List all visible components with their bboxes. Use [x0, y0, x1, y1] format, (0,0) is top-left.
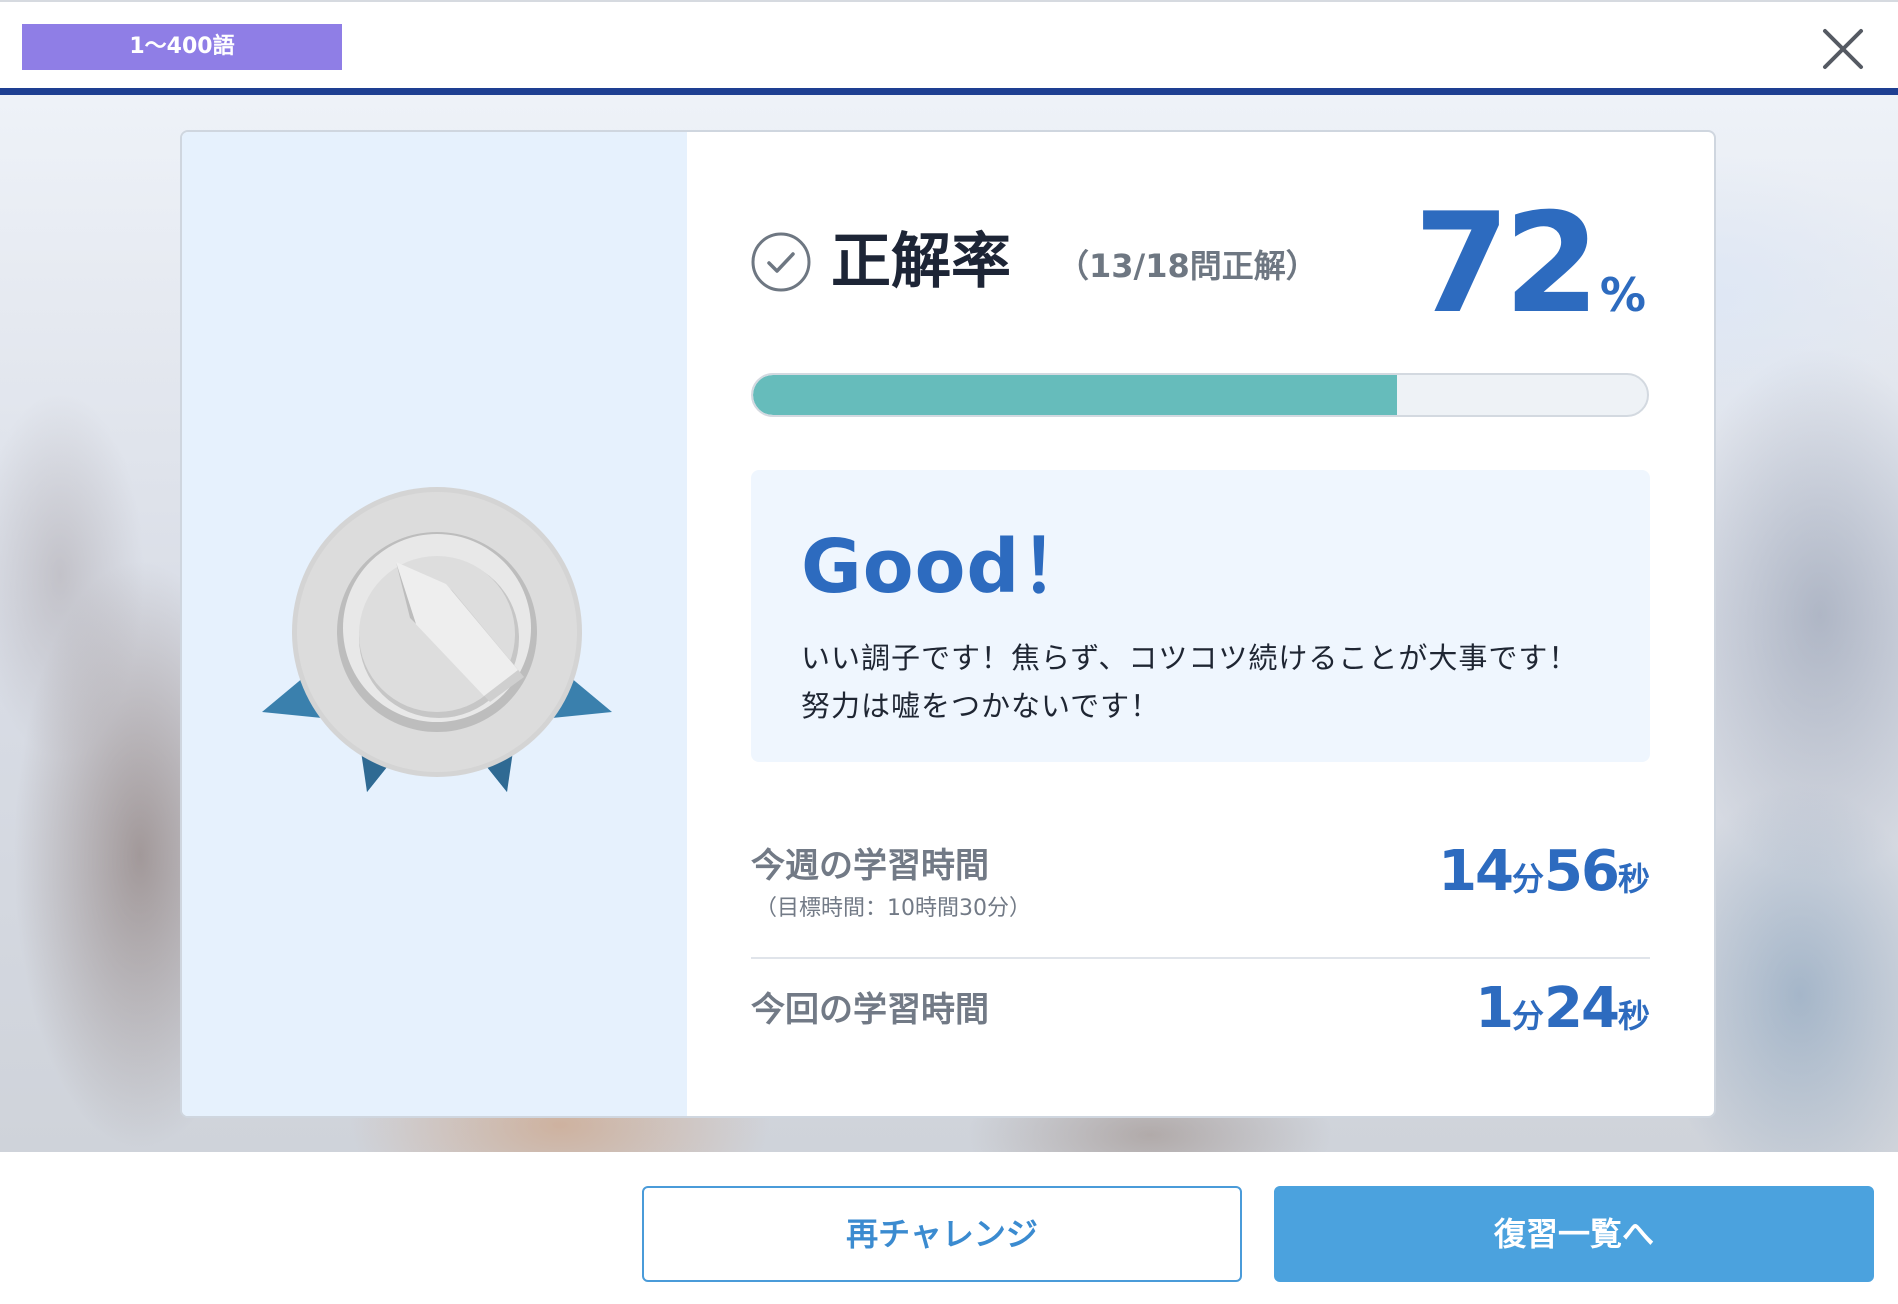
percent-value: 72	[1413, 183, 1600, 344]
session-seconds-unit: 秒	[1617, 997, 1650, 1035]
session-study-time-row: 今回の学習時間 1分24秒	[751, 959, 1650, 1079]
weekly-seconds: 56	[1544, 839, 1620, 904]
footer-actions: 再チャレンジ 復習一覧へ	[0, 1152, 1898, 1304]
top-header: 1〜400語	[0, 0, 1898, 92]
feedback-message-box: Good！ いい調子です！焦らず、コツコツ続けることが大事です！努力は嘘をつかな…	[751, 470, 1650, 762]
retry-button[interactable]: 再チャレンジ	[642, 1186, 1242, 1282]
close-icon	[1823, 29, 1863, 69]
weekly-minutes-unit: 分	[1512, 860, 1545, 898]
result-card: 正解率 （13/18問正解） 72% Good！ いい調子です！焦らず、コツコツ…	[180, 130, 1716, 1118]
score-detail: （13/18問正解）	[1057, 247, 1318, 285]
weekly-study-time-label: 今週の学習時間	[751, 846, 989, 886]
weekly-study-time-value: 14分56秒	[1438, 838, 1650, 906]
silver-medal-icon	[262, 487, 612, 792]
session-seconds: 24	[1544, 976, 1620, 1041]
score-percent: 72%	[1414, 194, 1646, 334]
score-label: 正解率	[831, 227, 1011, 297]
medal-panel	[182, 132, 687, 1116]
close-button[interactable]	[1818, 24, 1868, 74]
session-minutes: 1	[1475, 976, 1514, 1041]
percent-sign: %	[1599, 268, 1646, 322]
session-study-time-label: 今回の学習時間	[751, 990, 989, 1030]
score-progress-fill	[753, 375, 1397, 415]
check-circle-icon	[751, 232, 811, 292]
feedback-title: Good！	[801, 524, 1096, 610]
score-progress-bar	[751, 373, 1649, 417]
session-study-time-value: 1分24秒	[1475, 975, 1650, 1043]
stats-panel: 正解率 （13/18問正解） 72% Good！ いい調子です！焦らず、コツコツ…	[687, 132, 1714, 1116]
weekly-goal-label: （目標時間：10時間30分）	[755, 896, 1031, 921]
session-minutes-unit: 分	[1512, 997, 1545, 1035]
header-accent-bar	[0, 88, 1898, 95]
level-badge: 1〜400語	[22, 24, 342, 70]
weekly-minutes: 14	[1438, 839, 1514, 904]
feedback-body: いい調子です！焦らず、コツコツ続けることが大事です！努力は嘘をつかないです！	[801, 641, 1579, 723]
weekly-study-time-row: 今週の学習時間 （目標時間：10時間30分） 14分56秒	[751, 834, 1650, 959]
review-list-button[interactable]: 復習一覧へ	[1274, 1186, 1874, 1282]
weekly-seconds-unit: 秒	[1617, 860, 1650, 898]
